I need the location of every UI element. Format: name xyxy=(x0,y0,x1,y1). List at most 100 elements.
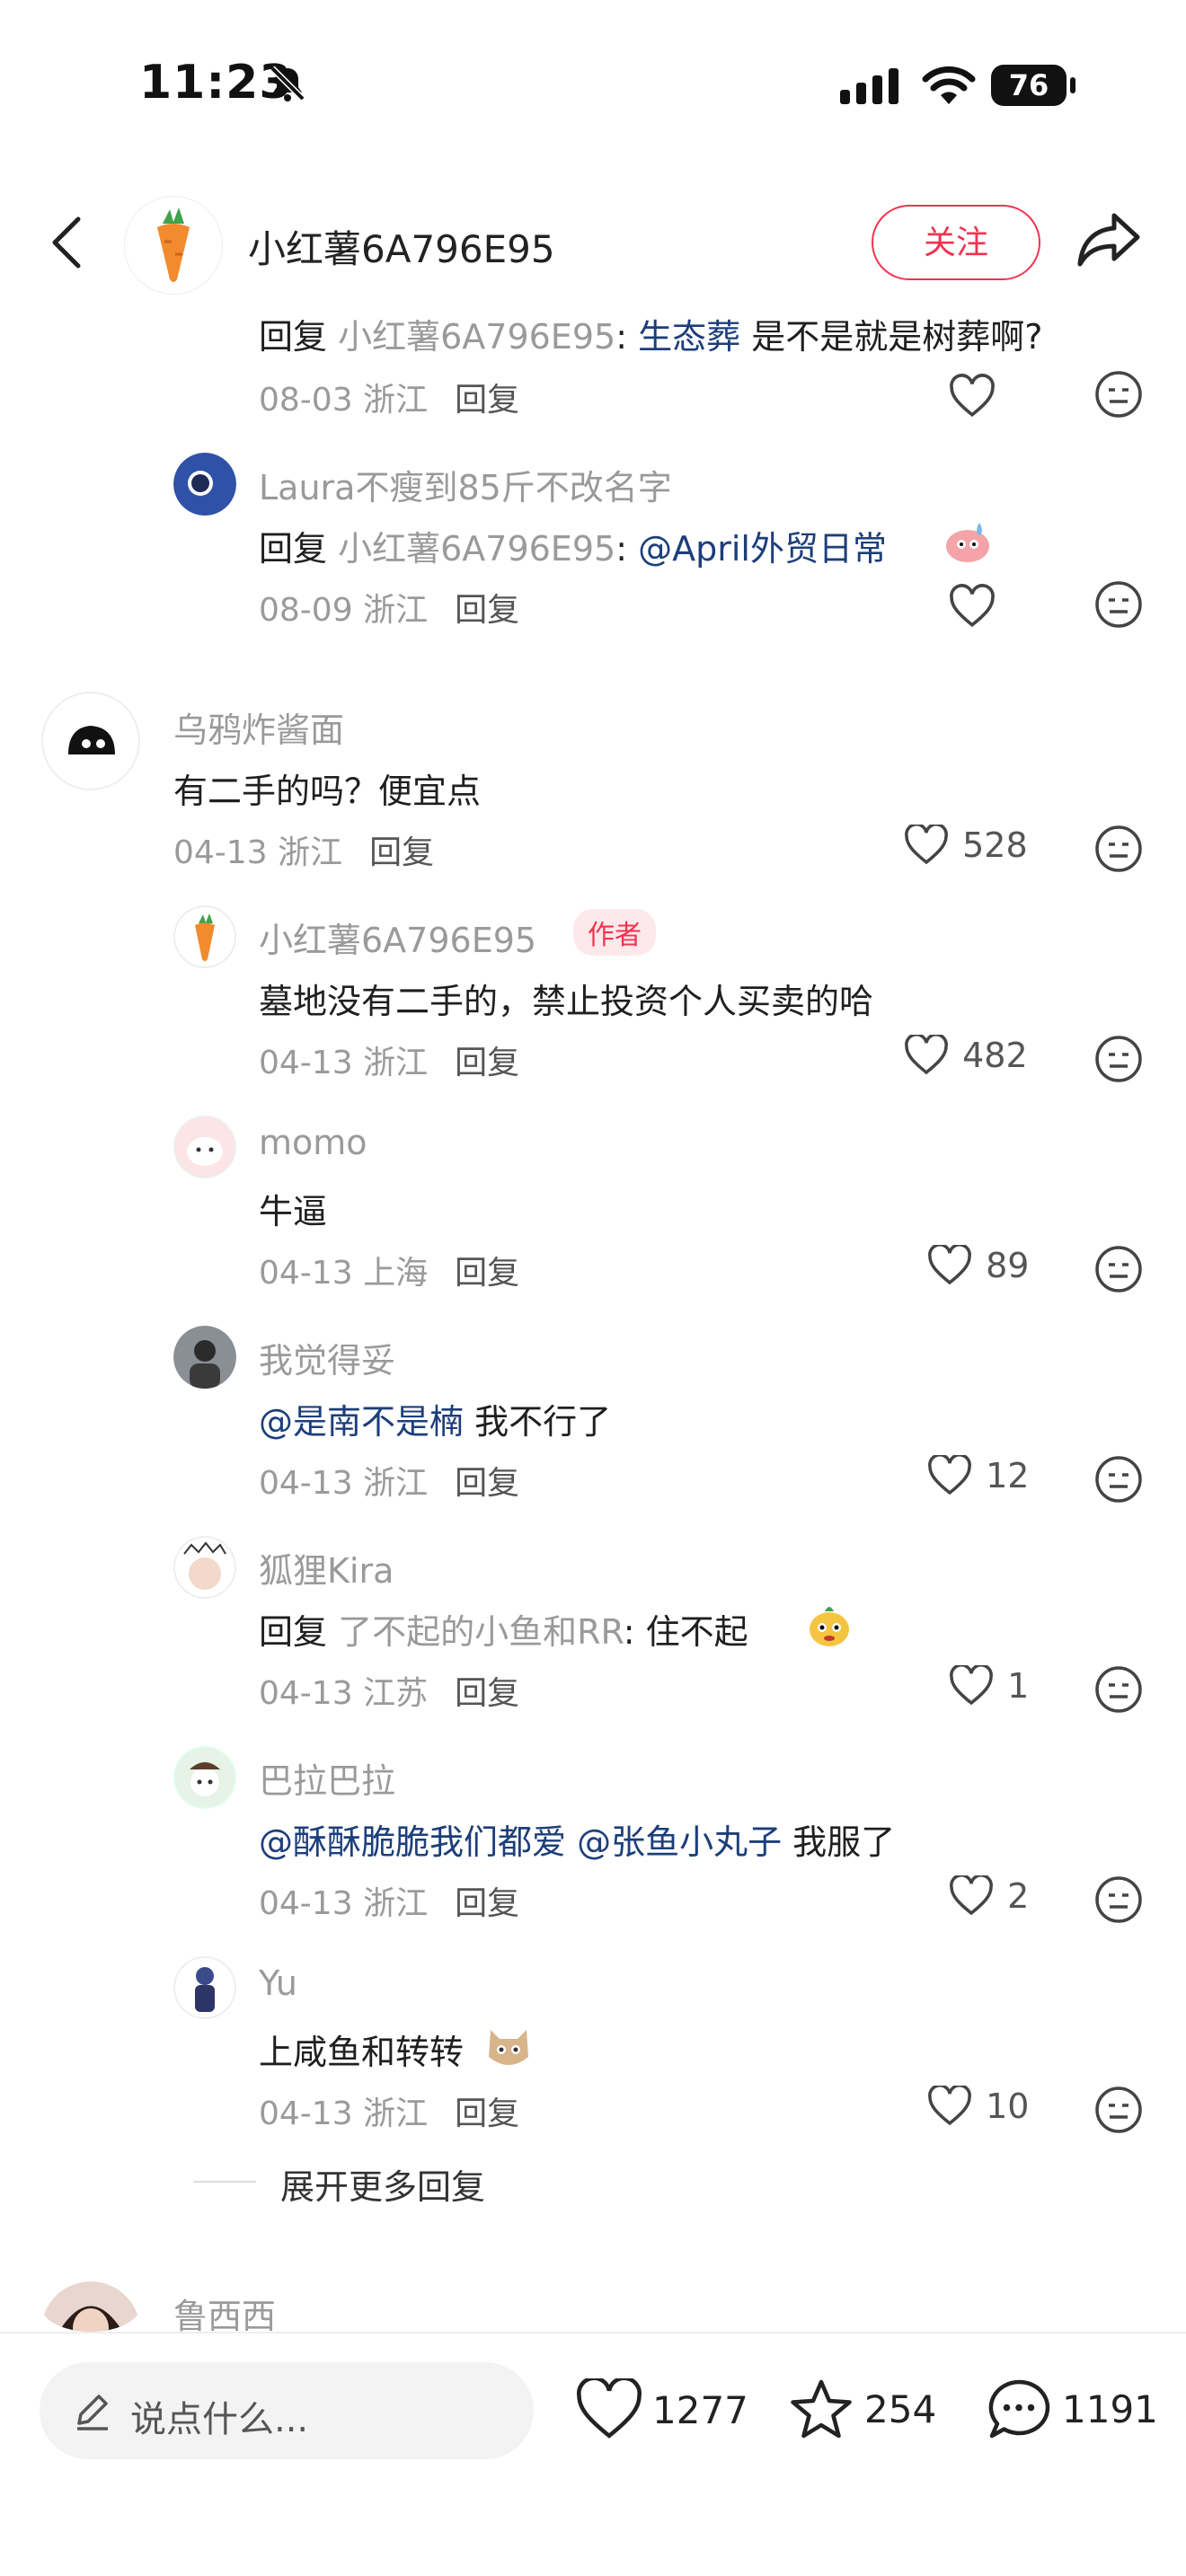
neutral-face-icon[interactable] xyxy=(1094,1035,1143,1083)
neutral-face-icon[interactable] xyxy=(1094,1455,1143,1504)
comment-author[interactable]: 小红薯6A796E95 xyxy=(259,913,536,962)
expand-more-replies[interactable]: 展开更多回复 xyxy=(280,2159,485,2209)
heart-icon[interactable] xyxy=(949,584,996,631)
comment-author[interactable]: 乌鸦炸酱面 xyxy=(173,702,344,752)
pencil-icon xyxy=(77,2395,108,2430)
comment-text: 墓地没有二手的，禁止投资个人买卖的哈 xyxy=(259,982,874,1021)
avatar[interactable] xyxy=(173,453,236,516)
like-count: 10 xyxy=(986,2086,1030,2126)
reply-target[interactable]: 了不起的小鱼和RR xyxy=(338,1612,624,1652)
cat-emoji-icon xyxy=(489,2030,528,2065)
avatar[interactable] xyxy=(173,1536,236,1599)
avatar[interactable] xyxy=(173,905,236,968)
author-badge: 作者 xyxy=(573,909,656,956)
comment-button[interactable]: 1191 xyxy=(985,2377,1158,2441)
like-button[interactable]: 2 xyxy=(949,1874,1030,1922)
reply-button[interactable]: 回复 xyxy=(455,382,519,419)
reply-button[interactable]: 回复 xyxy=(455,1465,519,1502)
comment-text: @是南不是楠 我不行了 xyxy=(259,1402,612,1442)
like-button[interactable]: 10 xyxy=(927,2084,1030,2132)
comment-author[interactable]: 鲁西西 xyxy=(173,2289,276,2338)
neutral-face-icon[interactable] xyxy=(1094,1245,1143,1293)
like-count: 1 xyxy=(1007,1666,1030,1706)
like-button[interactable]: 89 xyxy=(927,1243,1030,1292)
comment-text: 回复 小红薯6A796E95: 生态葬 是不是就是树葬啊? xyxy=(259,317,1043,357)
header-username[interactable]: 小红薯6A796E95 xyxy=(248,219,555,274)
avatar[interactable] xyxy=(41,692,140,790)
avatar[interactable] xyxy=(173,1956,236,2019)
like-count: 89 xyxy=(986,1246,1030,1285)
share-icon[interactable] xyxy=(1075,208,1143,271)
like-count: 2 xyxy=(1007,1876,1030,1916)
like-count: 12 xyxy=(986,1456,1030,1495)
comment-meta: 04-13 浙江 回复 xyxy=(259,1465,520,1502)
comment-author[interactable]: 我觉得妥 xyxy=(259,1333,395,1382)
comment-text: 回复 小红薯6A796E95: @April外贸日常 xyxy=(259,529,887,569)
comment-author[interactable]: Yu xyxy=(259,1963,297,2003)
yellow-face-emoji-icon xyxy=(810,1607,849,1646)
reply-target[interactable]: 小红薯6A796E95 xyxy=(338,529,615,569)
neutral-face-icon[interactable] xyxy=(1094,580,1143,629)
heart-icon[interactable] xyxy=(949,374,996,420)
signal-icon xyxy=(840,68,898,104)
mention-link[interactable]: @酥酥脆脆我们都爱 @张鱼小丸子 xyxy=(259,1822,782,1862)
avatar[interactable] xyxy=(173,1116,236,1178)
wifi-icon xyxy=(922,66,976,104)
favorite-count: 254 xyxy=(864,2386,937,2431)
reply-button[interactable]: 回复 xyxy=(455,1885,519,1922)
comment-text: @酥酥脆脆我们都爱 @张鱼小丸子 我服了 xyxy=(259,1822,896,1862)
comment-author[interactable]: Laura不瘦到85斤不改名字 xyxy=(259,460,672,509)
mention-link[interactable]: @是南不是楠 xyxy=(259,1402,464,1442)
bottom-divider xyxy=(0,2332,1186,2333)
neutral-face-icon[interactable] xyxy=(1094,825,1143,873)
bell-slash-icon xyxy=(270,66,305,101)
comment-meta: 08-03 浙江 回复 xyxy=(259,382,520,419)
reply-button[interactable]: 回复 xyxy=(455,1255,519,1292)
heart-icon xyxy=(928,1453,971,1495)
star-icon xyxy=(791,2379,852,2439)
reply-button[interactable]: 回复 xyxy=(455,1675,519,1712)
avatar[interactable] xyxy=(41,2281,140,2332)
comment-author[interactable]: momo xyxy=(259,1123,367,1162)
mention-link[interactable]: @April外贸日常 xyxy=(638,529,887,569)
comment-meta: 04-13 浙江 回复 xyxy=(259,1045,520,1081)
like-button[interactable]: 482 xyxy=(904,1033,1028,1081)
comment-author[interactable]: 狐狸Kira xyxy=(259,1543,394,1592)
comment-meta: 04-13 上海 回复 xyxy=(259,1255,520,1292)
like-count: 528 xyxy=(962,825,1028,865)
comment-author[interactable]: 巴拉巴拉 xyxy=(259,1753,395,1803)
comment-count: 1191 xyxy=(1062,2386,1158,2431)
follow-button[interactable]: 关注 xyxy=(872,205,1040,280)
comment-input-placeholder: 说点什么... xyxy=(130,2399,309,2440)
neutral-face-icon[interactable] xyxy=(1094,1665,1143,1714)
reply-target[interactable]: 小红薯6A796E95 xyxy=(338,317,615,357)
neutral-face-icon[interactable] xyxy=(1094,1875,1143,1924)
like-button[interactable]: 12 xyxy=(927,1453,1030,1502)
expand-divider xyxy=(193,2181,256,2183)
comment-text: 回复 了不起的小鱼和RR: 住不起 xyxy=(259,1612,748,1652)
comment-meta: 04-13 浙江 回复 xyxy=(259,1885,520,1922)
profile-avatar[interactable] xyxy=(124,196,223,295)
comment-meta: 04-13 浙江 回复 xyxy=(173,834,435,871)
neutral-face-icon[interactable] xyxy=(1094,370,1143,419)
favorite-button[interactable]: 254 xyxy=(787,2377,936,2441)
post-like-button[interactable]: 1277 xyxy=(575,2376,748,2441)
reply-button[interactable]: 回复 xyxy=(455,1045,519,1081)
reply-button[interactable]: 回复 xyxy=(369,834,434,871)
avatar[interactable] xyxy=(173,1326,236,1389)
post-like-count: 1277 xyxy=(652,2387,748,2432)
neutral-face-icon[interactable] xyxy=(1094,2086,1143,2134)
comment-meta: 04-13 江苏 回复 xyxy=(259,1675,520,1712)
reply-button[interactable]: 回复 xyxy=(455,592,519,629)
heart-icon xyxy=(928,1243,971,1285)
avatar[interactable] xyxy=(173,1746,236,1809)
like-button[interactable]: 528 xyxy=(904,823,1028,871)
reply-button[interactable]: 回复 xyxy=(455,2095,519,2132)
comment-text: 牛逼 xyxy=(259,1192,328,1231)
heart-icon xyxy=(950,1874,993,1916)
topic-link[interactable]: 生态葬 xyxy=(638,317,740,357)
comment-text: 有二手的吗？便宜点 xyxy=(173,772,482,811)
back-icon[interactable] xyxy=(49,216,85,269)
heart-icon xyxy=(905,823,948,865)
like-button[interactable]: 1 xyxy=(949,1663,1030,1712)
